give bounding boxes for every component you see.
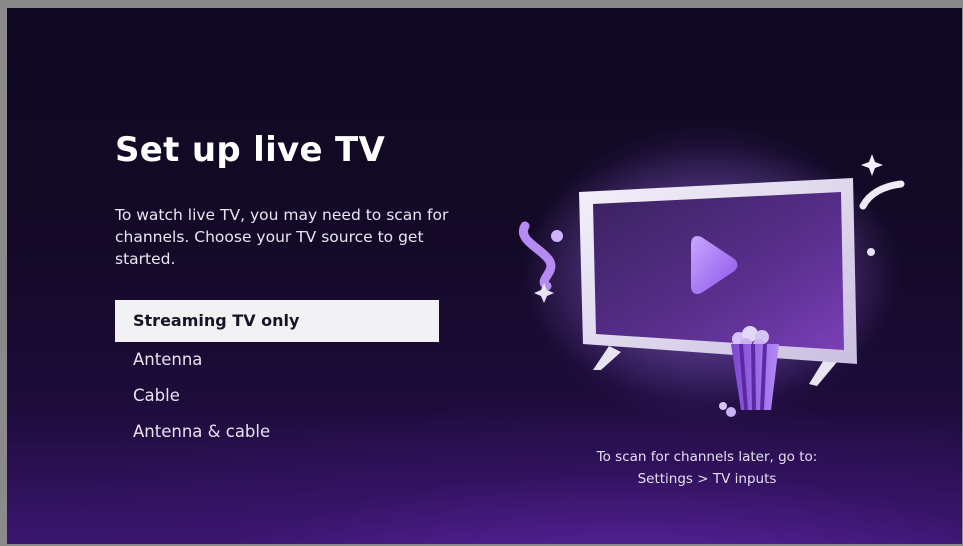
window-frame: Set up live TV To watch live TV, you may… xyxy=(0,0,963,546)
tv-source-menu: Streaming TV only Antenna Cable Antenna … xyxy=(115,300,439,450)
page-description: To watch live TV, you may need to scan f… xyxy=(115,206,449,268)
live-tv-setup-screen: Set up live TV To watch live TV, you may… xyxy=(7,8,962,544)
option-antenna-and-cable[interactable]: Antenna & cable xyxy=(115,414,439,450)
tv-illustration xyxy=(518,148,905,417)
option-antenna[interactable]: Antenna xyxy=(115,342,439,378)
option-cable[interactable]: Cable xyxy=(115,378,439,414)
scan-later-hint: To scan for channels later, go to: Setti… xyxy=(567,446,847,490)
page-title: Set up live TV xyxy=(115,130,386,170)
hint-line-1: To scan for channels later, go to: xyxy=(596,449,818,465)
option-streaming-tv-only[interactable]: Streaming TV only xyxy=(115,300,439,342)
sparkle-icon xyxy=(861,154,883,176)
hint-line-2: Settings > TV inputs xyxy=(637,471,777,487)
